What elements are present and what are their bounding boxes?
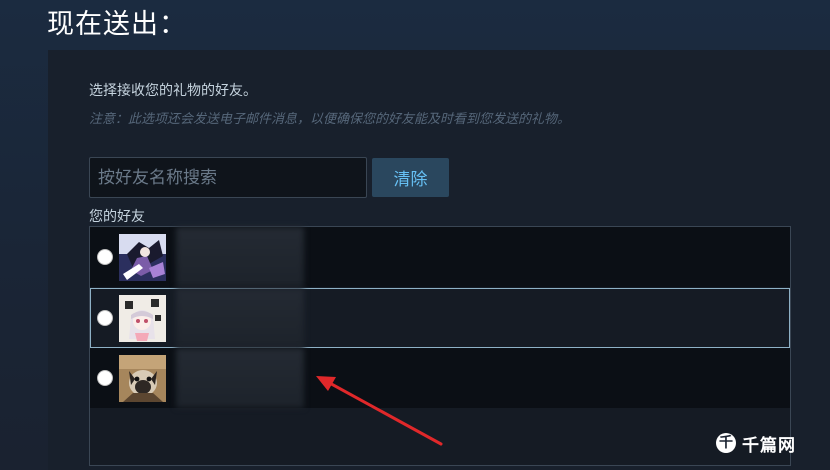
instruction-text: 选择接收您的礼物的好友。: [89, 83, 257, 99]
friend-row[interactable]: [90, 227, 790, 287]
friend-name: [176, 288, 304, 348]
friend-search-input[interactable]: [89, 157, 367, 198]
clear-button[interactable]: 清除: [372, 158, 449, 197]
friend-avatar: [119, 234, 166, 281]
friend-radio[interactable]: [97, 370, 113, 386]
friends-label: 您的好友: [89, 209, 145, 225]
friend-name: [176, 227, 304, 287]
friend-radio[interactable]: [97, 310, 113, 326]
friend-radio[interactable]: [97, 249, 113, 265]
note-text: 注意：此选项还会发送电子邮件消息，以便确保您的好友能及时看到您发送的礼物。: [89, 112, 571, 127]
friends-list[interactable]: [89, 226, 791, 466]
friend-row[interactable]: [90, 348, 790, 408]
gift-recipient-panel: 选择接收您的礼物的好友。 注意：此选项还会发送电子邮件消息，以便确保您的好友能及…: [48, 50, 830, 470]
page-title: 现在送出：: [47, 9, 187, 40]
friend-avatar: [119, 295, 166, 342]
watermark: 千 千篇网: [716, 431, 796, 456]
friend-row[interactable]: [90, 288, 790, 348]
watermark-text: 千篇网: [742, 435, 796, 456]
friend-avatar: [119, 355, 166, 402]
friend-name: [176, 348, 304, 408]
watermark-logo-icon: 千: [716, 433, 736, 453]
